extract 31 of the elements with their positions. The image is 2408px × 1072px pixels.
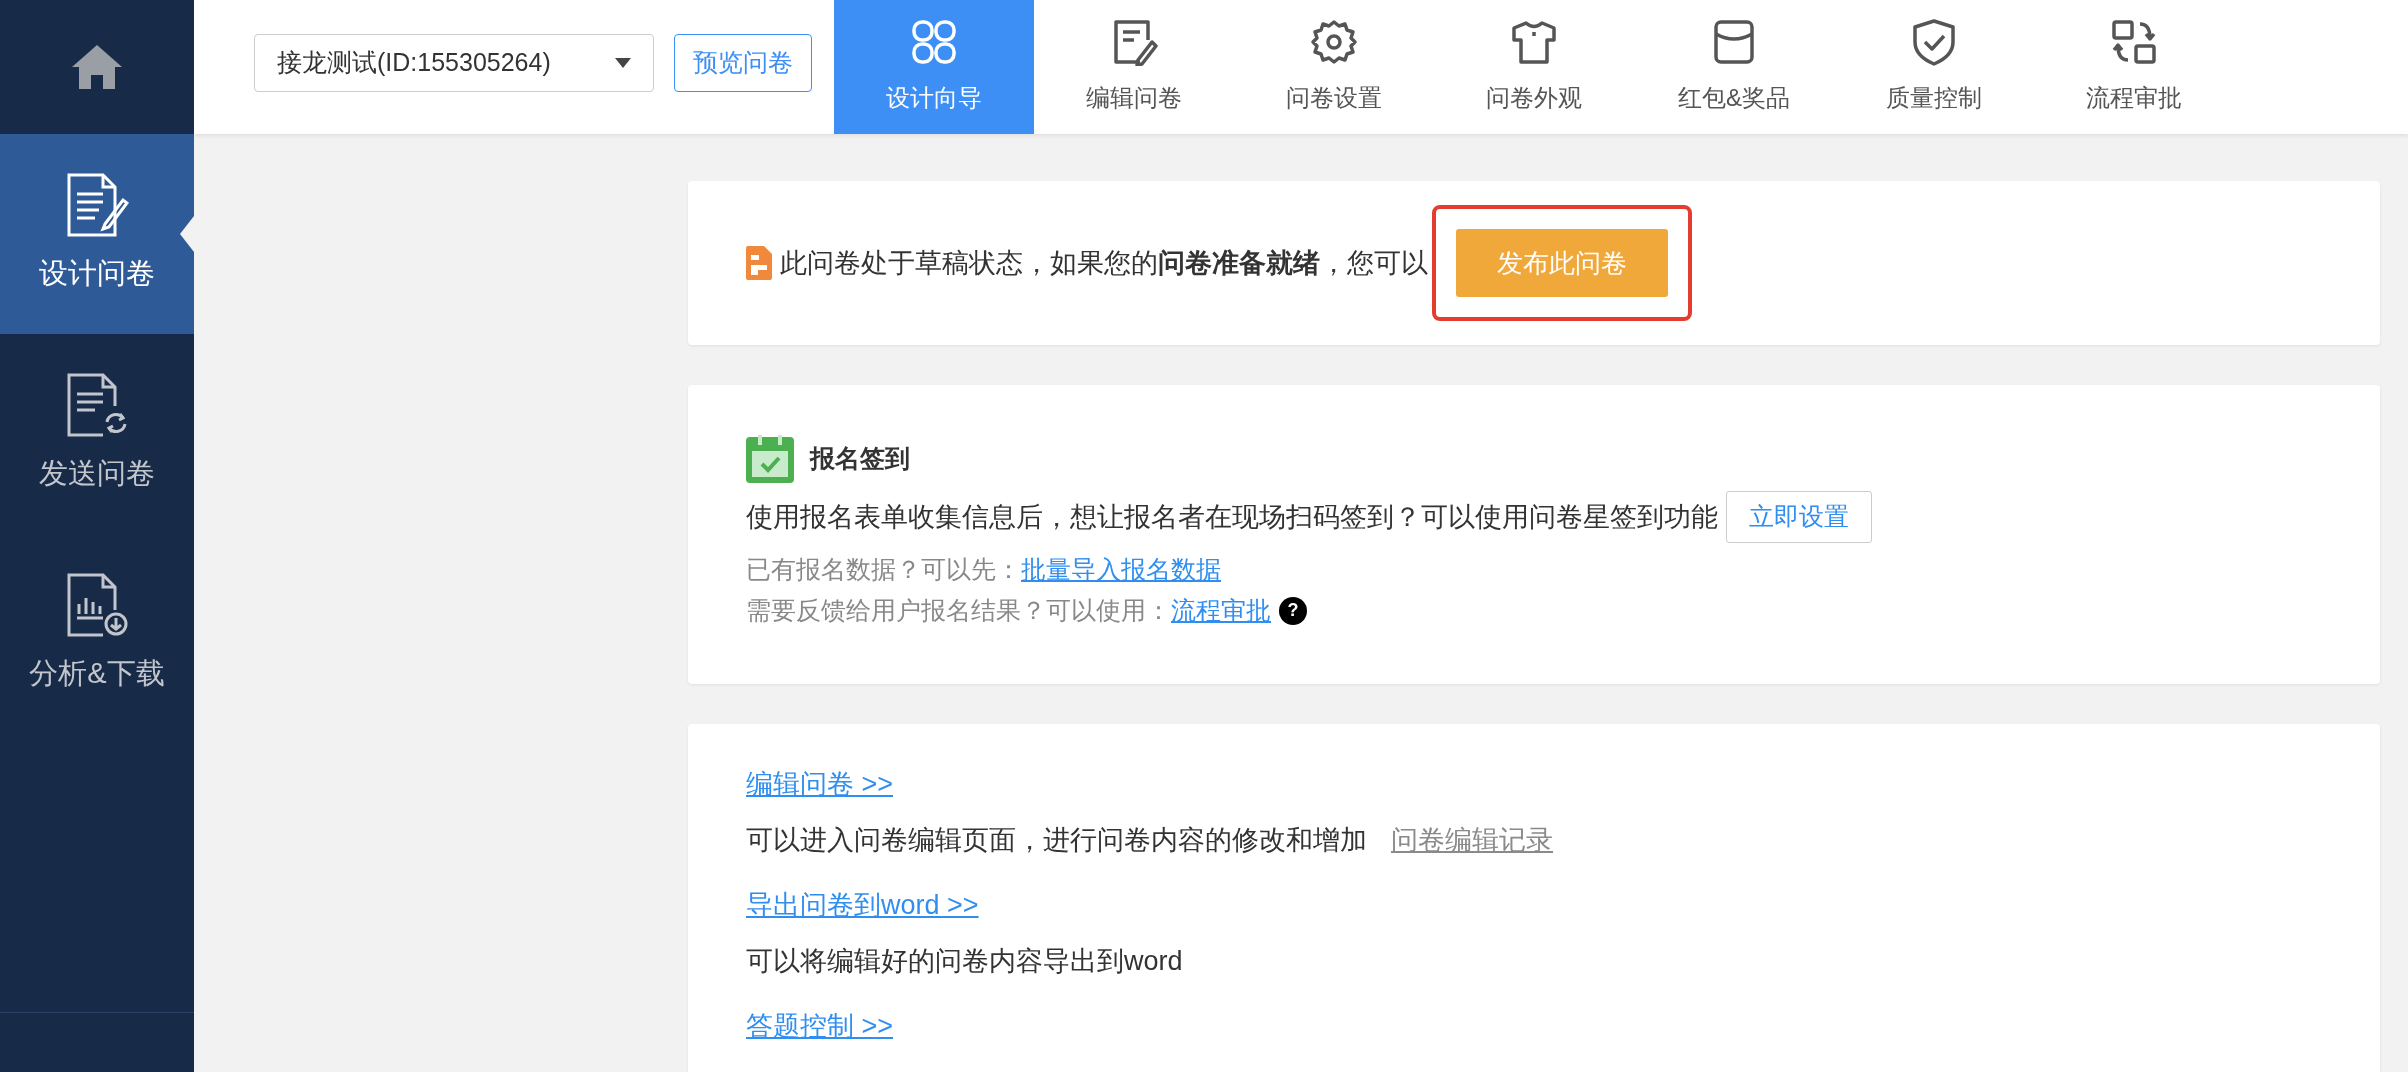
calendar-check-icon bbox=[746, 435, 794, 483]
description-text: 使用报名表单收集信息后，想让报名者在现场扫码签到？可以使用问卷星签到功能 bbox=[746, 500, 1718, 534]
nav-tab[interactable]: 质量控制 bbox=[1834, 0, 2034, 134]
nav-tab[interactable]: 红包&奖品 bbox=[1634, 0, 1834, 134]
description-text: 可以进入问卷编辑页面，进行问卷内容的修改和增加 bbox=[746, 824, 1367, 857]
survey-dropdown[interactable]: 接龙测试(ID:155305264) bbox=[254, 34, 654, 92]
sidebar-item[interactable]: 分析&下载 bbox=[0, 534, 194, 734]
swap-icon bbox=[2110, 18, 2158, 66]
t-shirt-icon bbox=[1510, 18, 1558, 66]
document-icon bbox=[746, 246, 772, 280]
sidebar-item[interactable]: 设计问卷 bbox=[0, 134, 194, 334]
pointer-notch bbox=[180, 216, 194, 252]
section-title: 报名签到 bbox=[810, 443, 910, 475]
hint-text: 已有报名数据？可以先： bbox=[746, 553, 1021, 585]
description-text: 可以将编辑好的问卷内容导出到word bbox=[746, 945, 1183, 978]
home-icon[interactable] bbox=[70, 43, 124, 91]
hint-text: 需要反馈给用户报名结果？可以使用： bbox=[746, 595, 1171, 626]
nav-tab[interactable]: 流程审批 bbox=[2034, 0, 2234, 134]
shield-check-icon bbox=[1910, 18, 1958, 66]
document-chart-download-icon bbox=[65, 572, 129, 639]
document-refresh-icon bbox=[65, 372, 129, 439]
nav-tab[interactable]: 问卷设置 bbox=[1234, 0, 1434, 134]
help-icon[interactable]: ? bbox=[1279, 596, 1307, 625]
sidebar-item[interactable]: 发送问卷 bbox=[0, 334, 194, 534]
four-squares-icon bbox=[910, 18, 958, 66]
caret-icon bbox=[615, 58, 631, 68]
nav-tab[interactable]: 编辑问卷 bbox=[1034, 0, 1234, 134]
document-pen-icon bbox=[65, 172, 129, 239]
nav-tab[interactable]: 问卷外观 bbox=[1434, 0, 1634, 134]
gear-icon bbox=[1310, 18, 1358, 66]
status-message: 此问卷处于草稿状态，如果您的问卷准备就绪，您可以 bbox=[780, 246, 1428, 280]
